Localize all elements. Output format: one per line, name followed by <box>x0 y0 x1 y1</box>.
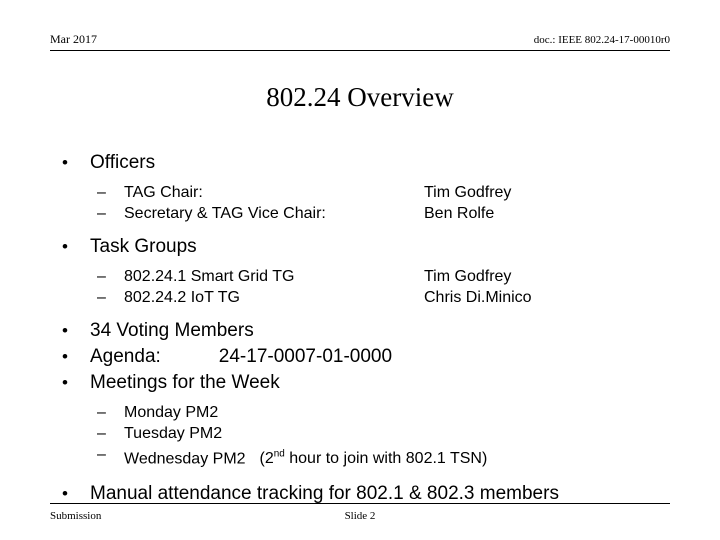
bullet-agenda: • Agenda: 24-17-0007-01-0000 <box>52 344 672 369</box>
header-divider <box>50 50 670 51</box>
officer-row: – Secretary & TAG Vice Chair: Ben Rolfe <box>52 203 672 224</box>
meeting-day-label: Tuesday PM2 <box>124 425 223 442</box>
bullet-glyph-icon: • <box>62 347 68 366</box>
officer-role-label: Secretary & TAG Vice Chair: <box>124 205 326 222</box>
bullet-officers: • Officers <box>52 150 672 175</box>
meeting-note-post: hour to join with 802.1 TSN) <box>284 450 488 468</box>
slide: Mar 2017 doc.: IEEE 802.24-17-00010r0 80… <box>0 0 720 540</box>
dash-glyph-icon: – <box>97 268 106 285</box>
bullet-task-groups: • Task Groups <box>52 234 672 259</box>
footer-divider <box>50 503 670 504</box>
task-group-row: – 802.24.2 IoT TG Chris Di.Minico <box>52 287 672 308</box>
task-group-name-label: 802.24.2 IoT TG <box>124 289 240 306</box>
officer-name-label: Ben Rolfe <box>424 205 495 222</box>
officer-role-label: TAG Chair: <box>124 184 203 201</box>
meeting-row: – Tuesday PM2 <box>52 423 672 444</box>
officers-heading-label: Officers <box>90 152 156 173</box>
task-group-row: – 802.24.1 Smart Grid TG Tim Godfrey <box>52 266 672 287</box>
officer-row: – TAG Chair: Tim Godfrey <box>52 182 672 203</box>
dash-glyph-icon: – <box>97 404 106 421</box>
slide-body: • Officers – TAG Chair: Tim Godfrey – Se… <box>52 150 672 507</box>
officer-name-label: Tim Godfrey <box>424 184 512 201</box>
bullet-voting-members: • 34 Voting Members <box>52 318 672 343</box>
bullet-glyph-icon: • <box>62 153 68 172</box>
bullet-meetings: • Meetings for the Week <box>52 370 672 395</box>
task-group-lead-label: Tim Godfrey <box>424 268 512 285</box>
meeting-note-pre: (2 <box>259 450 274 468</box>
dash-glyph-icon: – <box>97 205 106 222</box>
agenda-document-number: 24-17-0007-01-0000 <box>218 346 393 367</box>
dash-glyph-icon: – <box>97 289 106 306</box>
task-group-name-label: 802.24.1 Smart Grid TG <box>124 268 295 285</box>
page-title: 802.24 Overview <box>266 82 454 112</box>
slide-header: Mar 2017 doc.: IEEE 802.24-17-00010r0 <box>50 32 670 50</box>
meeting-day-label: Monday PM2 <box>124 404 219 421</box>
meeting-day-label: Wednesday PM2 <box>124 450 246 468</box>
voting-members-label: 34 Voting Members <box>90 320 254 341</box>
dash-glyph-icon: – <box>97 184 106 201</box>
header-date: Mar 2017 <box>50 32 97 46</box>
footer-slide-number: Slide 2 <box>344 510 376 522</box>
meeting-row: – Monday PM2 <box>52 402 672 423</box>
meetings-heading-label: Meetings for the Week <box>90 372 280 393</box>
task-groups-heading-label: Task Groups <box>90 236 197 257</box>
dash-glyph-icon: – <box>97 446 106 463</box>
meeting-row: – Wednesday PM2 (2nd hour to join with 80… <box>52 444 672 469</box>
bullet-glyph-icon: • <box>62 237 68 256</box>
manual-attendance-label: Manual attendance tracking for 802.1 & 8… <box>90 483 559 505</box>
bullet-glyph-icon: • <box>62 321 68 340</box>
header-doc-number: doc.: IEEE 802.24-17-00010r0 <box>533 34 670 46</box>
bullet-glyph-icon: • <box>62 373 68 392</box>
meeting-note: (2nd hour to join with 802.1 TSN) <box>259 449 488 468</box>
task-group-lead-label: Chris Di.Minico <box>424 289 532 306</box>
meeting-note-ordinal: nd <box>273 449 285 460</box>
agenda-label: Agenda: <box>90 346 161 367</box>
dash-glyph-icon: – <box>97 425 106 442</box>
